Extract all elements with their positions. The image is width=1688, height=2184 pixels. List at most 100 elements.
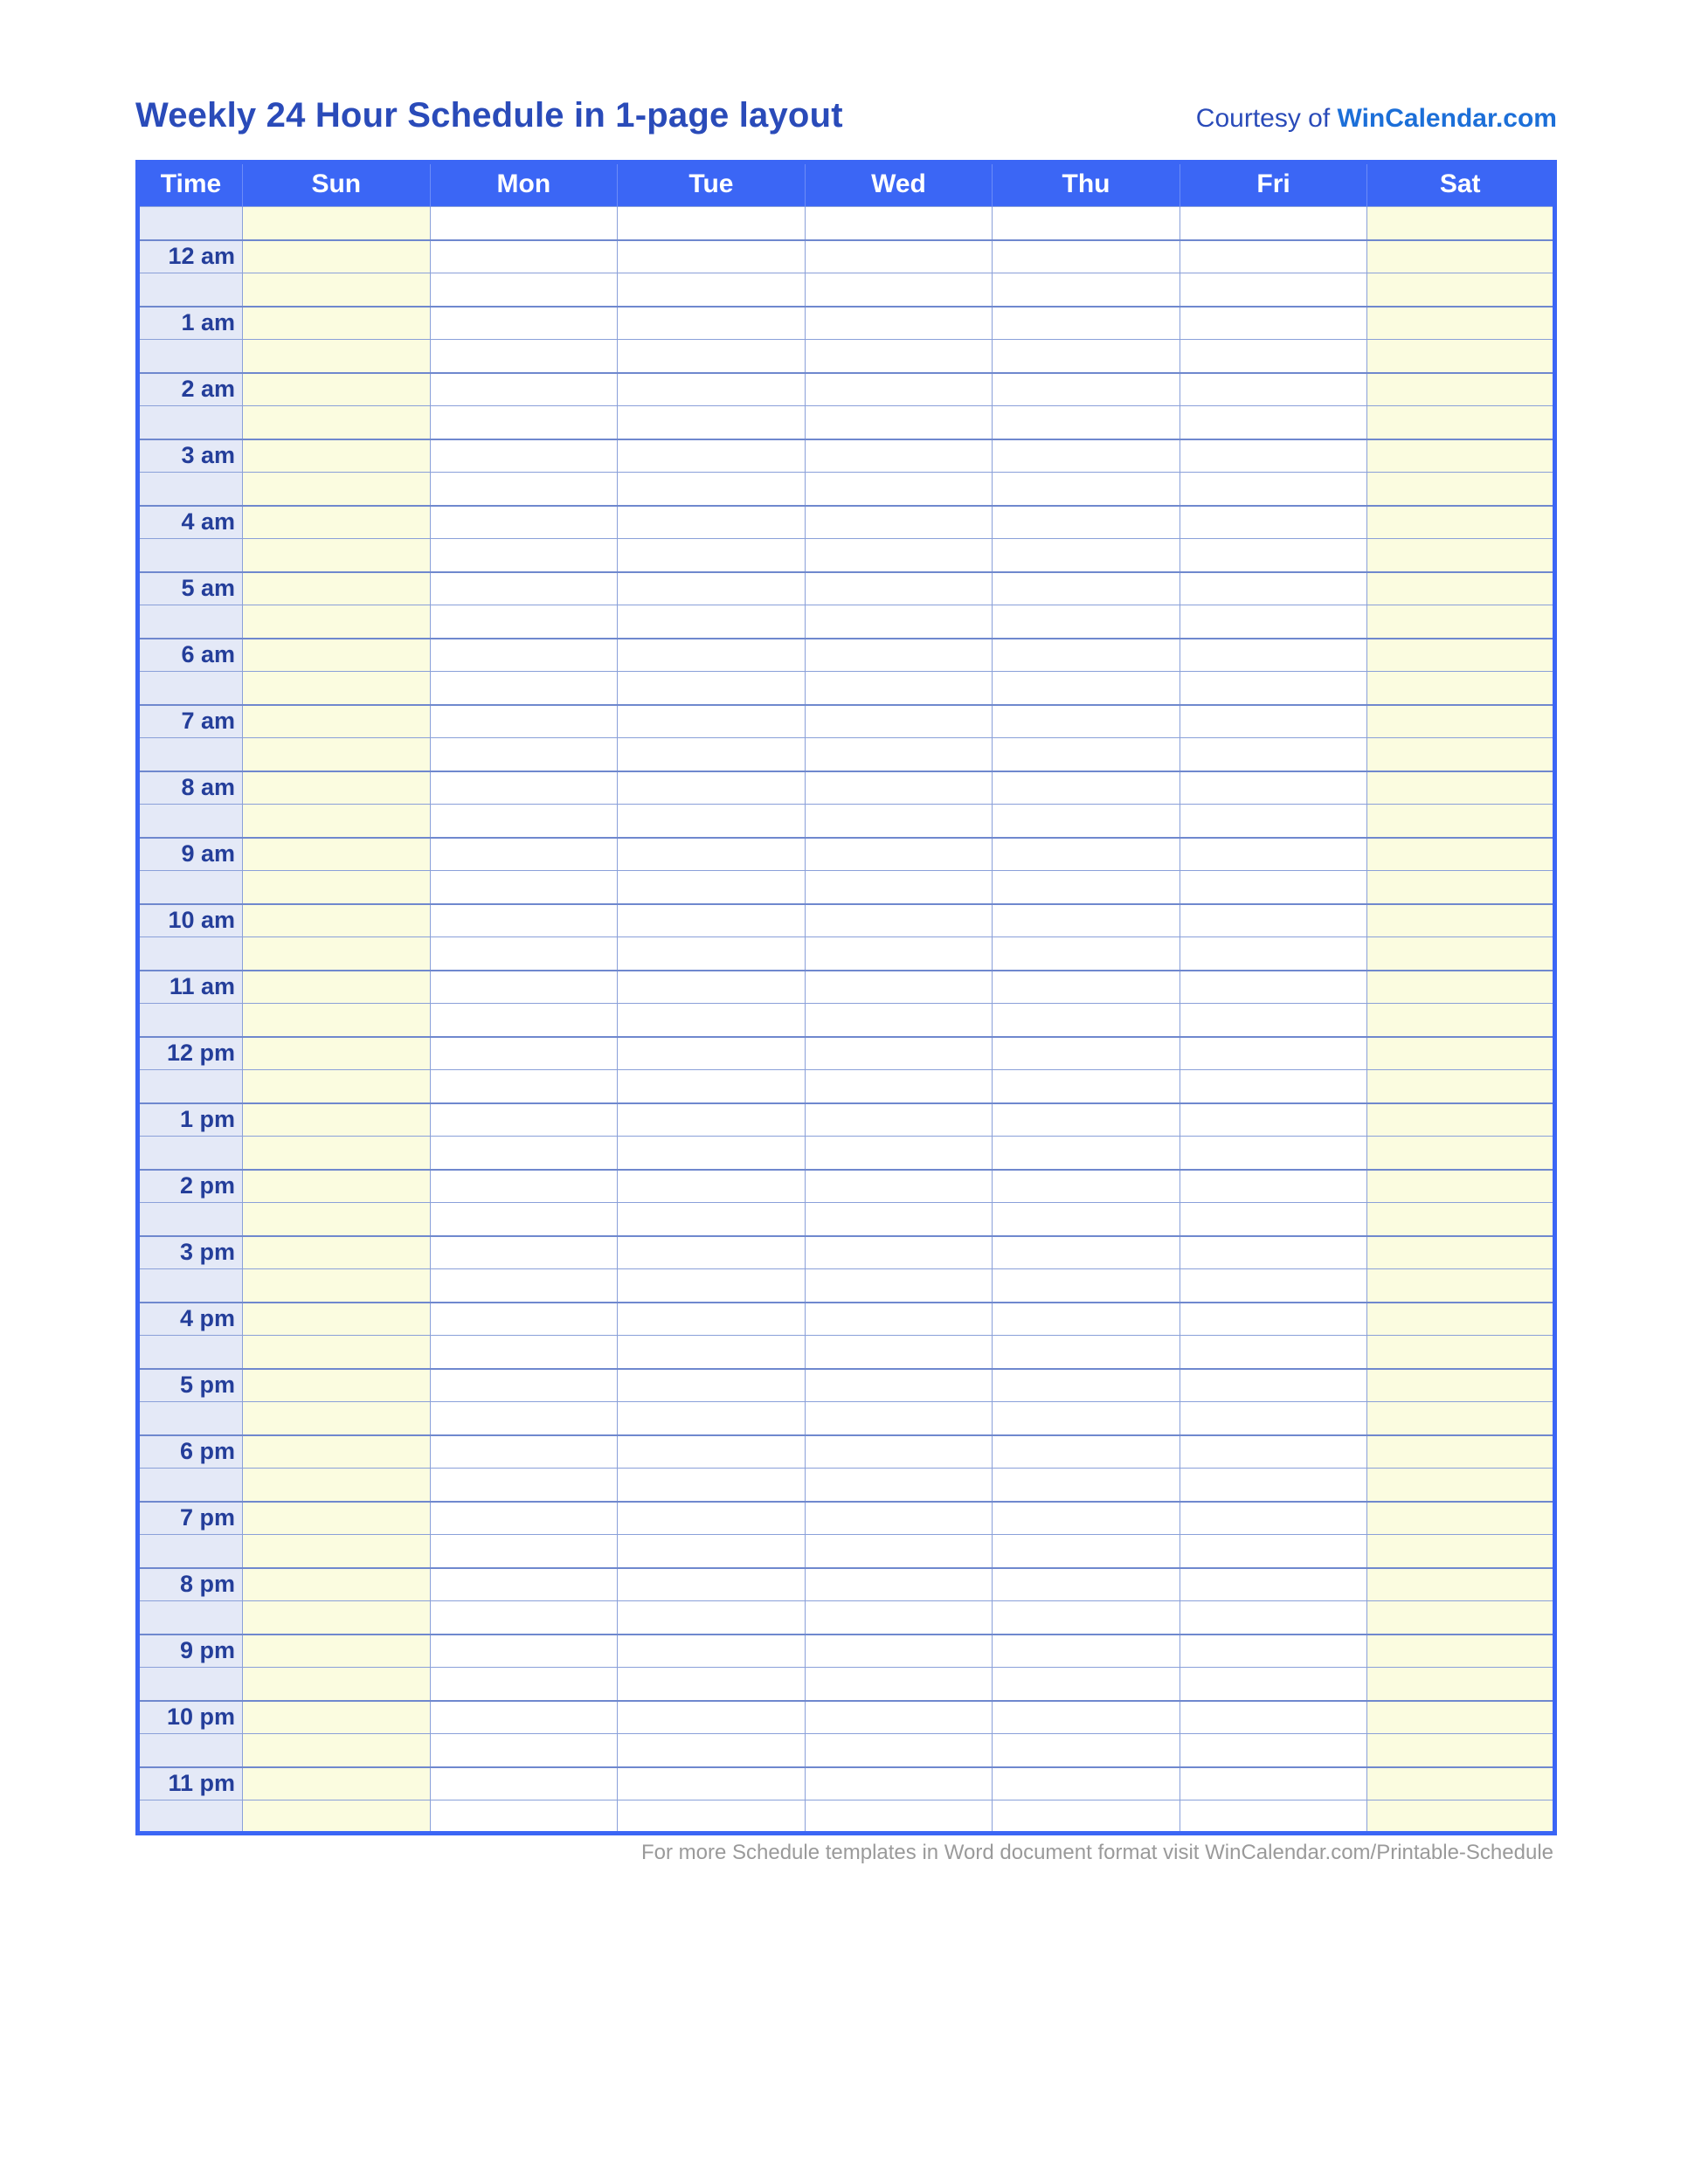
schedule-cell[interactable] xyxy=(993,439,1180,473)
schedule-cell[interactable] xyxy=(993,937,1180,971)
schedule-cell[interactable] xyxy=(1367,1635,1555,1668)
schedule-cell[interactable] xyxy=(805,273,993,307)
schedule-cell[interactable] xyxy=(1180,307,1367,340)
schedule-cell[interactable] xyxy=(1367,373,1555,406)
schedule-cell[interactable] xyxy=(1367,1568,1555,1601)
schedule-cell[interactable] xyxy=(1180,1502,1367,1535)
schedule-cell[interactable] xyxy=(993,1469,1180,1502)
schedule-cell[interactable] xyxy=(618,805,806,838)
schedule-cell[interactable] xyxy=(1180,672,1367,705)
schedule-cell[interactable] xyxy=(805,1568,993,1601)
schedule-cell[interactable] xyxy=(618,1800,806,1834)
schedule-cell[interactable] xyxy=(993,307,1180,340)
schedule-cell[interactable] xyxy=(243,340,431,373)
schedule-cell[interactable] xyxy=(805,406,993,439)
schedule-cell[interactable] xyxy=(618,1303,806,1336)
schedule-cell[interactable] xyxy=(430,805,618,838)
schedule-cell[interactable] xyxy=(243,1668,431,1701)
schedule-cell[interactable] xyxy=(993,705,1180,738)
schedule-cell[interactable] xyxy=(243,1336,431,1369)
schedule-cell[interactable] xyxy=(1180,871,1367,904)
schedule-cell[interactable] xyxy=(243,1435,431,1469)
schedule-cell[interactable] xyxy=(243,572,431,605)
schedule-cell[interactable] xyxy=(993,506,1180,539)
schedule-cell[interactable] xyxy=(1180,1269,1367,1303)
schedule-cell[interactable] xyxy=(430,1767,618,1800)
schedule-cell[interactable] xyxy=(993,1170,1180,1203)
schedule-cell[interactable] xyxy=(430,1303,618,1336)
schedule-cell[interactable] xyxy=(993,1701,1180,1734)
schedule-cell[interactable] xyxy=(993,738,1180,771)
schedule-cell[interactable] xyxy=(243,406,431,439)
schedule-cell[interactable] xyxy=(1367,1037,1555,1070)
schedule-cell[interactable] xyxy=(618,1203,806,1236)
schedule-cell[interactable] xyxy=(1367,1303,1555,1336)
schedule-cell[interactable] xyxy=(1180,473,1367,506)
schedule-cell[interactable] xyxy=(430,1635,618,1668)
schedule-cell[interactable] xyxy=(993,1269,1180,1303)
schedule-cell[interactable] xyxy=(243,1369,431,1402)
schedule-cell[interactable] xyxy=(618,473,806,506)
schedule-cell[interactable] xyxy=(1180,738,1367,771)
schedule-cell[interactable] xyxy=(805,1701,993,1734)
schedule-cell[interactable] xyxy=(805,738,993,771)
schedule-cell[interactable] xyxy=(430,506,618,539)
schedule-cell[interactable] xyxy=(243,1203,431,1236)
schedule-cell[interactable] xyxy=(805,971,993,1004)
schedule-cell[interactable] xyxy=(430,904,618,937)
schedule-cell[interactable] xyxy=(430,1435,618,1469)
schedule-cell[interactable] xyxy=(430,1734,618,1767)
schedule-cell[interactable] xyxy=(1367,672,1555,705)
schedule-cell[interactable] xyxy=(1180,937,1367,971)
schedule-cell[interactable] xyxy=(1367,871,1555,904)
schedule-cell[interactable] xyxy=(243,1701,431,1734)
schedule-cell[interactable] xyxy=(805,771,993,805)
schedule-cell[interactable] xyxy=(805,1435,993,1469)
schedule-cell[interactable] xyxy=(805,1369,993,1402)
schedule-cell[interactable] xyxy=(430,705,618,738)
schedule-cell[interactable] xyxy=(618,1502,806,1535)
schedule-cell[interactable] xyxy=(618,307,806,340)
schedule-cell[interactable] xyxy=(805,1734,993,1767)
schedule-cell[interactable] xyxy=(430,207,618,240)
schedule-cell[interactable] xyxy=(993,1402,1180,1435)
schedule-cell[interactable] xyxy=(805,1070,993,1103)
schedule-cell[interactable] xyxy=(430,1170,618,1203)
schedule-cell[interactable] xyxy=(993,672,1180,705)
schedule-cell[interactable] xyxy=(618,1269,806,1303)
schedule-cell[interactable] xyxy=(993,971,1180,1004)
schedule-cell[interactable] xyxy=(1367,1369,1555,1402)
schedule-cell[interactable] xyxy=(618,539,806,572)
schedule-cell[interactable] xyxy=(618,1535,806,1568)
schedule-cell[interactable] xyxy=(993,1103,1180,1137)
courtesy-link[interactable]: WinCalendar.com xyxy=(1338,104,1557,133)
schedule-cell[interactable] xyxy=(1180,539,1367,572)
schedule-cell[interactable] xyxy=(618,1402,806,1435)
schedule-cell[interactable] xyxy=(618,771,806,805)
schedule-cell[interactable] xyxy=(1180,1469,1367,1502)
schedule-cell[interactable] xyxy=(1367,1668,1555,1701)
schedule-cell[interactable] xyxy=(993,639,1180,672)
schedule-cell[interactable] xyxy=(993,1502,1180,1535)
schedule-cell[interactable] xyxy=(243,937,431,971)
schedule-cell[interactable] xyxy=(805,805,993,838)
schedule-cell[interactable] xyxy=(430,937,618,971)
schedule-cell[interactable] xyxy=(1367,1402,1555,1435)
schedule-cell[interactable] xyxy=(430,1568,618,1601)
schedule-cell[interactable] xyxy=(618,1601,806,1635)
schedule-cell[interactable] xyxy=(993,539,1180,572)
schedule-cell[interactable] xyxy=(1180,1701,1367,1734)
schedule-cell[interactable] xyxy=(243,738,431,771)
schedule-cell[interactable] xyxy=(1367,307,1555,340)
schedule-cell[interactable] xyxy=(430,1601,618,1635)
schedule-cell[interactable] xyxy=(1180,1601,1367,1635)
schedule-cell[interactable] xyxy=(993,605,1180,639)
schedule-cell[interactable] xyxy=(1180,838,1367,871)
schedule-cell[interactable] xyxy=(1367,1070,1555,1103)
schedule-cell[interactable] xyxy=(618,1767,806,1800)
schedule-cell[interactable] xyxy=(993,1535,1180,1568)
schedule-cell[interactable] xyxy=(618,904,806,937)
schedule-cell[interactable] xyxy=(243,971,431,1004)
schedule-cell[interactable] xyxy=(1180,1800,1367,1834)
schedule-cell[interactable] xyxy=(993,1037,1180,1070)
